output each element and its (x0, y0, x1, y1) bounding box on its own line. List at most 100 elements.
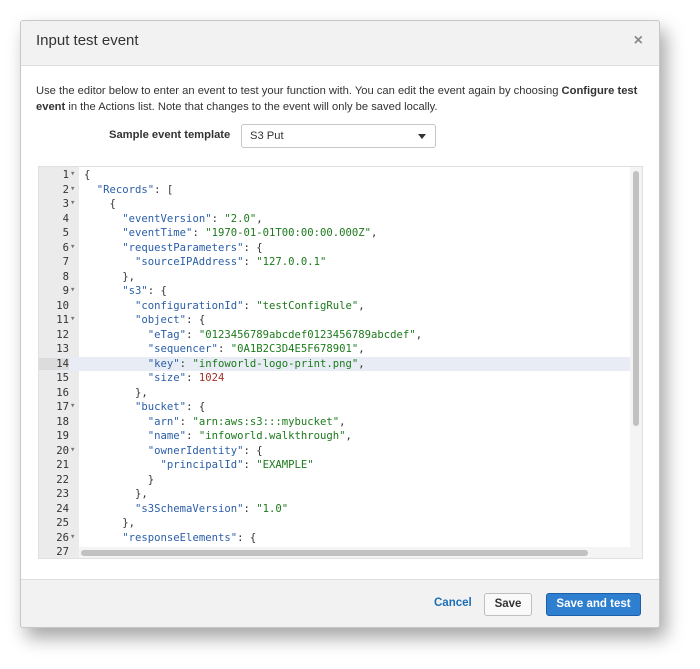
json-key: "object" (135, 314, 187, 326)
json-string: "0123456789abcdef0123456789abcdef" (198, 328, 416, 341)
json-punct: , (358, 343, 365, 355)
json-punct (84, 314, 135, 326)
json-punct: , (256, 212, 263, 225)
json-punct (84, 184, 97, 196)
horizontal-scroll-thumb[interactable] (81, 550, 588, 556)
save-and-test-button[interactable]: Save and test (546, 593, 641, 616)
line-number: 20 (56, 444, 69, 457)
json-punct: : { (147, 285, 167, 297)
json-key: "key" (147, 357, 180, 370)
json-key: "configurationId" (135, 299, 244, 312)
code-text: "principalId": "EXAMPLE" (84, 459, 314, 471)
fold-toggle-icon[interactable]: ▾ (70, 242, 75, 252)
line-number: 24 (56, 502, 69, 515)
json-punct: : (243, 459, 257, 471)
json-key: "eventTime" (122, 227, 193, 239)
vertical-scrollbar[interactable] (630, 167, 642, 558)
fold-toggle-icon[interactable]: ▾ (70, 169, 75, 179)
line-number: 22 (56, 473, 69, 486)
json-key: "bucket" (135, 401, 187, 413)
json-key: "requestParameters" (122, 241, 244, 254)
input-test-event-dialog: Input test event × Use the editor below … (20, 20, 660, 628)
save-button[interactable]: Save (484, 593, 532, 616)
json-punct: , (415, 328, 423, 341)
vertical-scroll-thumb[interactable] (633, 171, 639, 426)
cancel-button[interactable]: Cancel (434, 597, 472, 609)
dialog-title: Input test event (36, 32, 139, 49)
json-punct: : { (186, 314, 206, 326)
fold-toggle-icon[interactable]: ▾ (70, 285, 75, 295)
json-punct (84, 285, 122, 297)
code-text: }, (84, 387, 148, 399)
code-text: "key": "infoworld-logo-print.png", (84, 358, 365, 370)
json-punct: { (84, 198, 116, 210)
line-number: 14 (39, 357, 69, 370)
json-punct (84, 343, 148, 355)
code-line: 15 "size": 1024 (39, 371, 642, 386)
code-text: "sourceIPAddress": "127.0.0.1" (84, 256, 326, 268)
code-text: "eventVersion": "2.0", (84, 212, 263, 225)
json-punct (84, 329, 148, 341)
json-punct: : (211, 212, 225, 225)
code-line: 24 "s3SchemaVersion": "1.0" (39, 502, 642, 517)
fold-toggle-icon[interactable]: ▾ (70, 184, 75, 194)
json-key: "eventVersion" (122, 212, 212, 225)
code-line: 7 "sourceIPAddress": "127.0.0.1" (39, 255, 642, 270)
code-text: "s3SchemaVersion": "1.0" (84, 503, 288, 515)
json-key: "ownerIdentity" (147, 444, 244, 457)
json-string: "127.0.0.1" (256, 256, 327, 268)
json-punct (84, 300, 135, 312)
line-number: 26 (56, 531, 69, 544)
line-number: 3 (62, 198, 69, 210)
json-string: "2.0" (224, 212, 257, 225)
json-punct: : (186, 430, 199, 442)
json-key: "Records" (96, 183, 155, 196)
code-line: 10 "configurationId": "testConfigRule", (39, 299, 642, 314)
line-number: 27 (56, 546, 69, 558)
code-text: } (84, 474, 154, 486)
fold-toggle-icon[interactable]: ▾ (70, 198, 75, 208)
json-key: "responseElements" (122, 531, 238, 544)
code-line: 16 }, (39, 386, 642, 401)
code-line: 13 "sequencer": "0A1B2C3D4E5F678901", (39, 342, 642, 357)
description-text-end: in the Actions list. Note that changes t… (65, 101, 438, 113)
code-line: 9 ▾ "s3": { (39, 284, 642, 299)
line-number: 25 (56, 517, 69, 529)
code-text: "Records": [ (84, 183, 174, 196)
line-number: 12 (56, 328, 69, 341)
json-string: "infoworld.walkthrough" (198, 430, 346, 442)
json-punct (84, 358, 148, 370)
code-line: 6 ▾ "requestParameters": { (39, 241, 642, 256)
json-editor[interactable]: 1 ▾{2 ▾ "Records": [3 ▾ {4 "eventVersion": … (38, 166, 643, 559)
fold-toggle-icon[interactable]: ▾ (70, 314, 75, 324)
fold-toggle-icon[interactable]: ▾ (70, 445, 75, 455)
line-number: 4 (62, 212, 69, 225)
code-text: "name": "infoworld.walkthrough", (84, 430, 352, 442)
caret-down-icon (418, 134, 426, 139)
json-punct (84, 445, 148, 457)
json-punct: : (243, 256, 257, 268)
code-text: "requestParameters": { (84, 241, 262, 254)
code-line: 4 "eventVersion": "2.0", (39, 212, 642, 227)
code-text: "size": 1024 (84, 372, 225, 384)
dialog-footer: Cancel Save Save and test (21, 579, 659, 627)
code-line: 11 ▾ "object": { (39, 313, 642, 328)
code-line: 5 "eventTime": "1970-01-01T00:00:00.000Z… (39, 226, 642, 241)
fold-toggle-icon[interactable]: ▾ (70, 401, 75, 411)
close-icon[interactable]: × (634, 32, 643, 50)
json-key: "eTag" (147, 328, 187, 341)
fold-toggle-icon[interactable]: ▾ (70, 532, 75, 542)
json-punct: }, (84, 270, 136, 283)
json-punct: , (358, 299, 365, 312)
json-punct (84, 430, 148, 442)
json-punct: : { (237, 531, 257, 544)
line-number: 6 (62, 241, 69, 254)
line-number: 9 (62, 285, 69, 297)
horizontal-scrollbar[interactable] (79, 547, 630, 558)
line-number: 10 (56, 299, 69, 312)
code-text: { (84, 198, 116, 210)
json-key: "sourceIPAddress" (135, 256, 244, 268)
event-template-select[interactable]: S3 Put (241, 124, 436, 148)
code-text: "eTag": "0123456789abcdef0123456789abcde… (84, 329, 422, 341)
code-line: 8 }, (39, 270, 642, 285)
